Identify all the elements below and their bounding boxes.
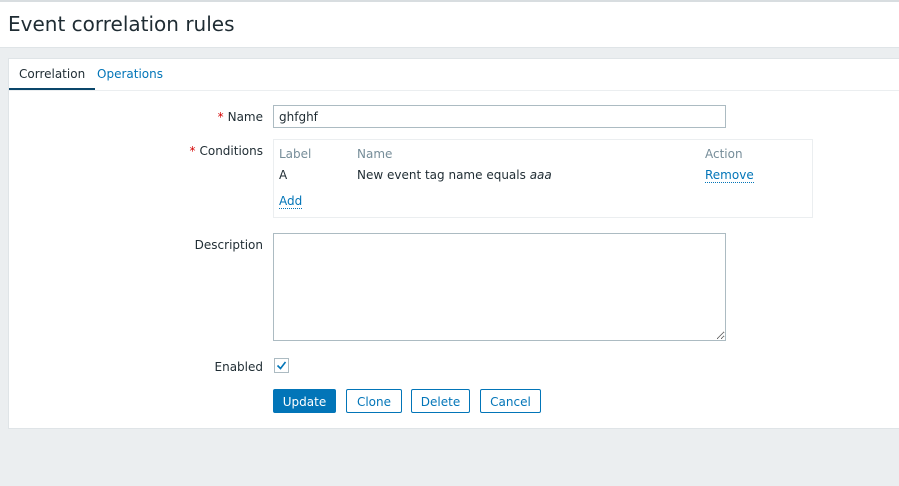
remove-condition-link[interactable]: Remove xyxy=(705,168,754,183)
cancel-button[interactable]: Cancel xyxy=(480,389,541,413)
name-label-text: Name xyxy=(227,110,263,124)
add-condition-link[interactable]: Add xyxy=(279,194,303,209)
name-input[interactable] xyxy=(273,105,726,128)
required-mark: * xyxy=(189,144,196,158)
name-label: * Name xyxy=(218,110,263,124)
tab-operations[interactable]: Operations xyxy=(87,59,173,90)
conditions-label: * Conditions xyxy=(189,144,263,158)
delete-button[interactable]: Delete xyxy=(411,389,470,413)
condition-row-label: A xyxy=(279,168,288,182)
condition-value: aaa xyxy=(529,168,552,182)
column-header-action: Action xyxy=(705,147,743,161)
tab-bar: Correlation Operations xyxy=(9,59,899,91)
conditions-label-text: Conditions xyxy=(199,144,263,158)
description-label: Description xyxy=(194,238,263,252)
update-button[interactable]: Update xyxy=(273,389,336,413)
condition-row-name: New event tag name equals aaa xyxy=(357,168,552,182)
required-mark: * xyxy=(217,110,224,124)
tab-correlation[interactable]: Correlation xyxy=(9,59,96,90)
description-textarea[interactable] xyxy=(273,233,726,341)
column-header-label: Label xyxy=(279,147,312,161)
checkmark-icon xyxy=(276,361,287,370)
page-title: Event correlation rules xyxy=(8,12,235,36)
clone-button[interactable]: Clone xyxy=(346,389,402,413)
enabled-label: Enabled xyxy=(214,360,264,374)
conditions-table: Label Name Action A New event tag name e… xyxy=(273,139,813,218)
form-panel: Correlation Operations *Name *Conditions… xyxy=(8,58,899,429)
page-header: Event correlation rules xyxy=(0,2,899,48)
column-header-name: Name xyxy=(357,147,393,161)
enabled-checkbox[interactable] xyxy=(274,358,289,373)
condition-text: New event tag name equals xyxy=(357,168,530,182)
